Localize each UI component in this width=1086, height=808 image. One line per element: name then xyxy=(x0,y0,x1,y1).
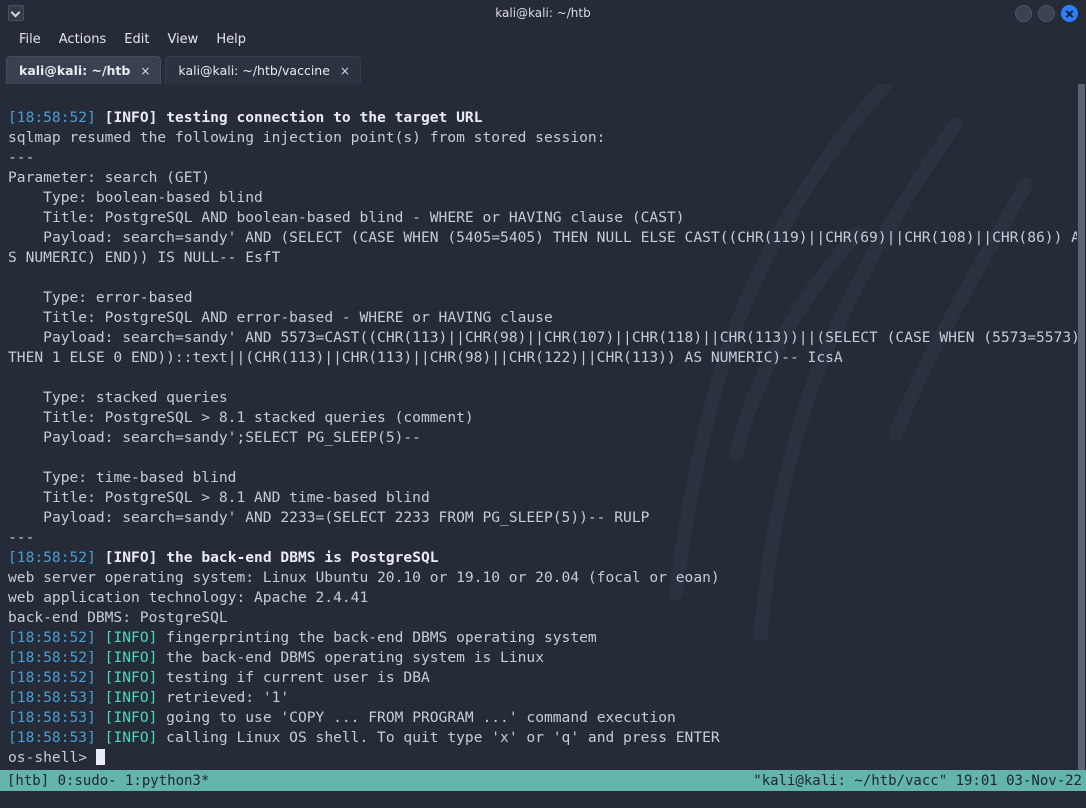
terminal-line: Payload: search=sandy' AND (SELECT (CASE… xyxy=(8,229,1080,266)
menu-item-file[interactable]: File xyxy=(10,30,50,49)
scrollbar-thumb[interactable] xyxy=(1078,84,1085,770)
title-bar: kali@kali: ~/htb xyxy=(0,0,1086,26)
tmux-window-list: [htb] 0:sudo- 1:python3* xyxy=(7,772,210,789)
shell-prompt: os-shell> xyxy=(8,749,88,766)
minimize-button[interactable] xyxy=(1015,4,1032,22)
terminal-line: [18:58:52] [INFO] testing connection to … xyxy=(8,109,483,126)
terminal-text: [18:58:52] [INFO] testing connection to … xyxy=(0,84,1086,770)
window-controls xyxy=(1015,4,1086,22)
terminal-line: Type: error-based xyxy=(8,289,193,306)
terminal-line: web server operating system: Linux Ubunt… xyxy=(8,569,720,586)
terminal-line: Type: stacked queries xyxy=(8,389,228,406)
tab-bar: kali@kali: ~/htb × kali@kali: ~/htb/vacc… xyxy=(0,52,1086,84)
terminal-line: Payload: search=sandy';SELECT PG_SLEEP(5… xyxy=(8,429,421,446)
terminal-line: Parameter: search (GET) xyxy=(8,169,211,186)
terminal-line: Type: time-based blind xyxy=(8,469,237,486)
tab-label: kali@kali: ~/htb xyxy=(19,63,131,78)
tab-kali-htb[interactable]: kali@kali: ~/htb × xyxy=(6,56,162,84)
terminal-line: back-end DBMS: PostgreSQL xyxy=(8,609,228,626)
maximize-button[interactable] xyxy=(1038,4,1055,22)
vertical-scrollbar[interactable] xyxy=(1077,84,1085,770)
text-cursor xyxy=(95,749,105,765)
terminal-line: [18:58:53] [INFO] going to use 'COPY ...… xyxy=(8,709,676,726)
terminal-line: Title: PostgreSQL AND error-based - WHER… xyxy=(8,309,553,326)
terminal-line: [18:58:53] [INFO] calling Linux OS shell… xyxy=(8,729,720,746)
tab-kali-htb-vaccine[interactable]: kali@kali: ~/htb/vaccine × xyxy=(165,56,361,84)
terminal-line: [18:58:52] [INFO] the back-end DBMS oper… xyxy=(8,649,544,666)
close-icon[interactable]: × xyxy=(140,65,150,77)
terminal-line: Payload: search=sandy' AND 5573=CAST((CH… xyxy=(8,329,1080,366)
window-title: kali@kali: ~/htb xyxy=(495,6,591,20)
menu-bar: File Actions Edit View Help xyxy=(0,26,1086,52)
menu-item-view[interactable]: View xyxy=(158,30,207,49)
terminal-icon xyxy=(8,5,24,21)
terminal-line: web application technology: Apache 2.4.4… xyxy=(8,589,369,606)
window-bottom-filler xyxy=(0,791,1086,808)
tab-label: kali@kali: ~/htb/vaccine xyxy=(178,63,330,78)
terminal-line: [18:58:53] [INFO] retrieved: '1' xyxy=(8,689,290,706)
terminal-line: --- xyxy=(8,529,35,546)
tmux-session-info: "kali@kali: ~/htb/vacc" 19:01 03-Nov-22 xyxy=(753,772,1082,789)
tmux-status-bar: [htb] 0:sudo- 1:python3* "kali@kali: ~/h… xyxy=(0,770,1086,791)
terminal-line: [18:58:52] [INFO] the back-end DBMS is P… xyxy=(8,549,439,566)
close-button[interactable] xyxy=(1061,4,1078,22)
terminal-output-area[interactable]: [18:58:52] [INFO] testing connection to … xyxy=(0,84,1086,770)
terminal-line: sqlmap resumed the following injection p… xyxy=(8,129,606,146)
terminal-line: Title: PostgreSQL AND boolean-based blin… xyxy=(8,209,685,226)
menu-item-actions[interactable]: Actions xyxy=(50,30,116,49)
menu-item-help[interactable]: Help xyxy=(207,30,255,49)
terminal-line: Title: PostgreSQL > 8.1 AND time-based b… xyxy=(8,489,430,506)
terminal-line: [18:58:52] [INFO] testing if current use… xyxy=(8,669,430,686)
terminal-line: --- xyxy=(8,149,35,166)
terminal-window: kali@kali: ~/htb File Actions Edit View … xyxy=(0,0,1086,808)
menu-item-edit[interactable]: Edit xyxy=(115,30,158,49)
close-icon[interactable]: × xyxy=(340,65,350,77)
terminal-line: [18:58:52] [INFO] fingerprinting the bac… xyxy=(8,629,597,646)
terminal-line: Payload: search=sandy' AND 2233=(SELECT … xyxy=(8,509,650,526)
terminal-line: Title: PostgreSQL > 8.1 stacked queries … xyxy=(8,409,474,426)
terminal-prompt-line: os-shell> xyxy=(8,748,1086,768)
terminal-line: Type: boolean-based blind xyxy=(8,189,263,206)
